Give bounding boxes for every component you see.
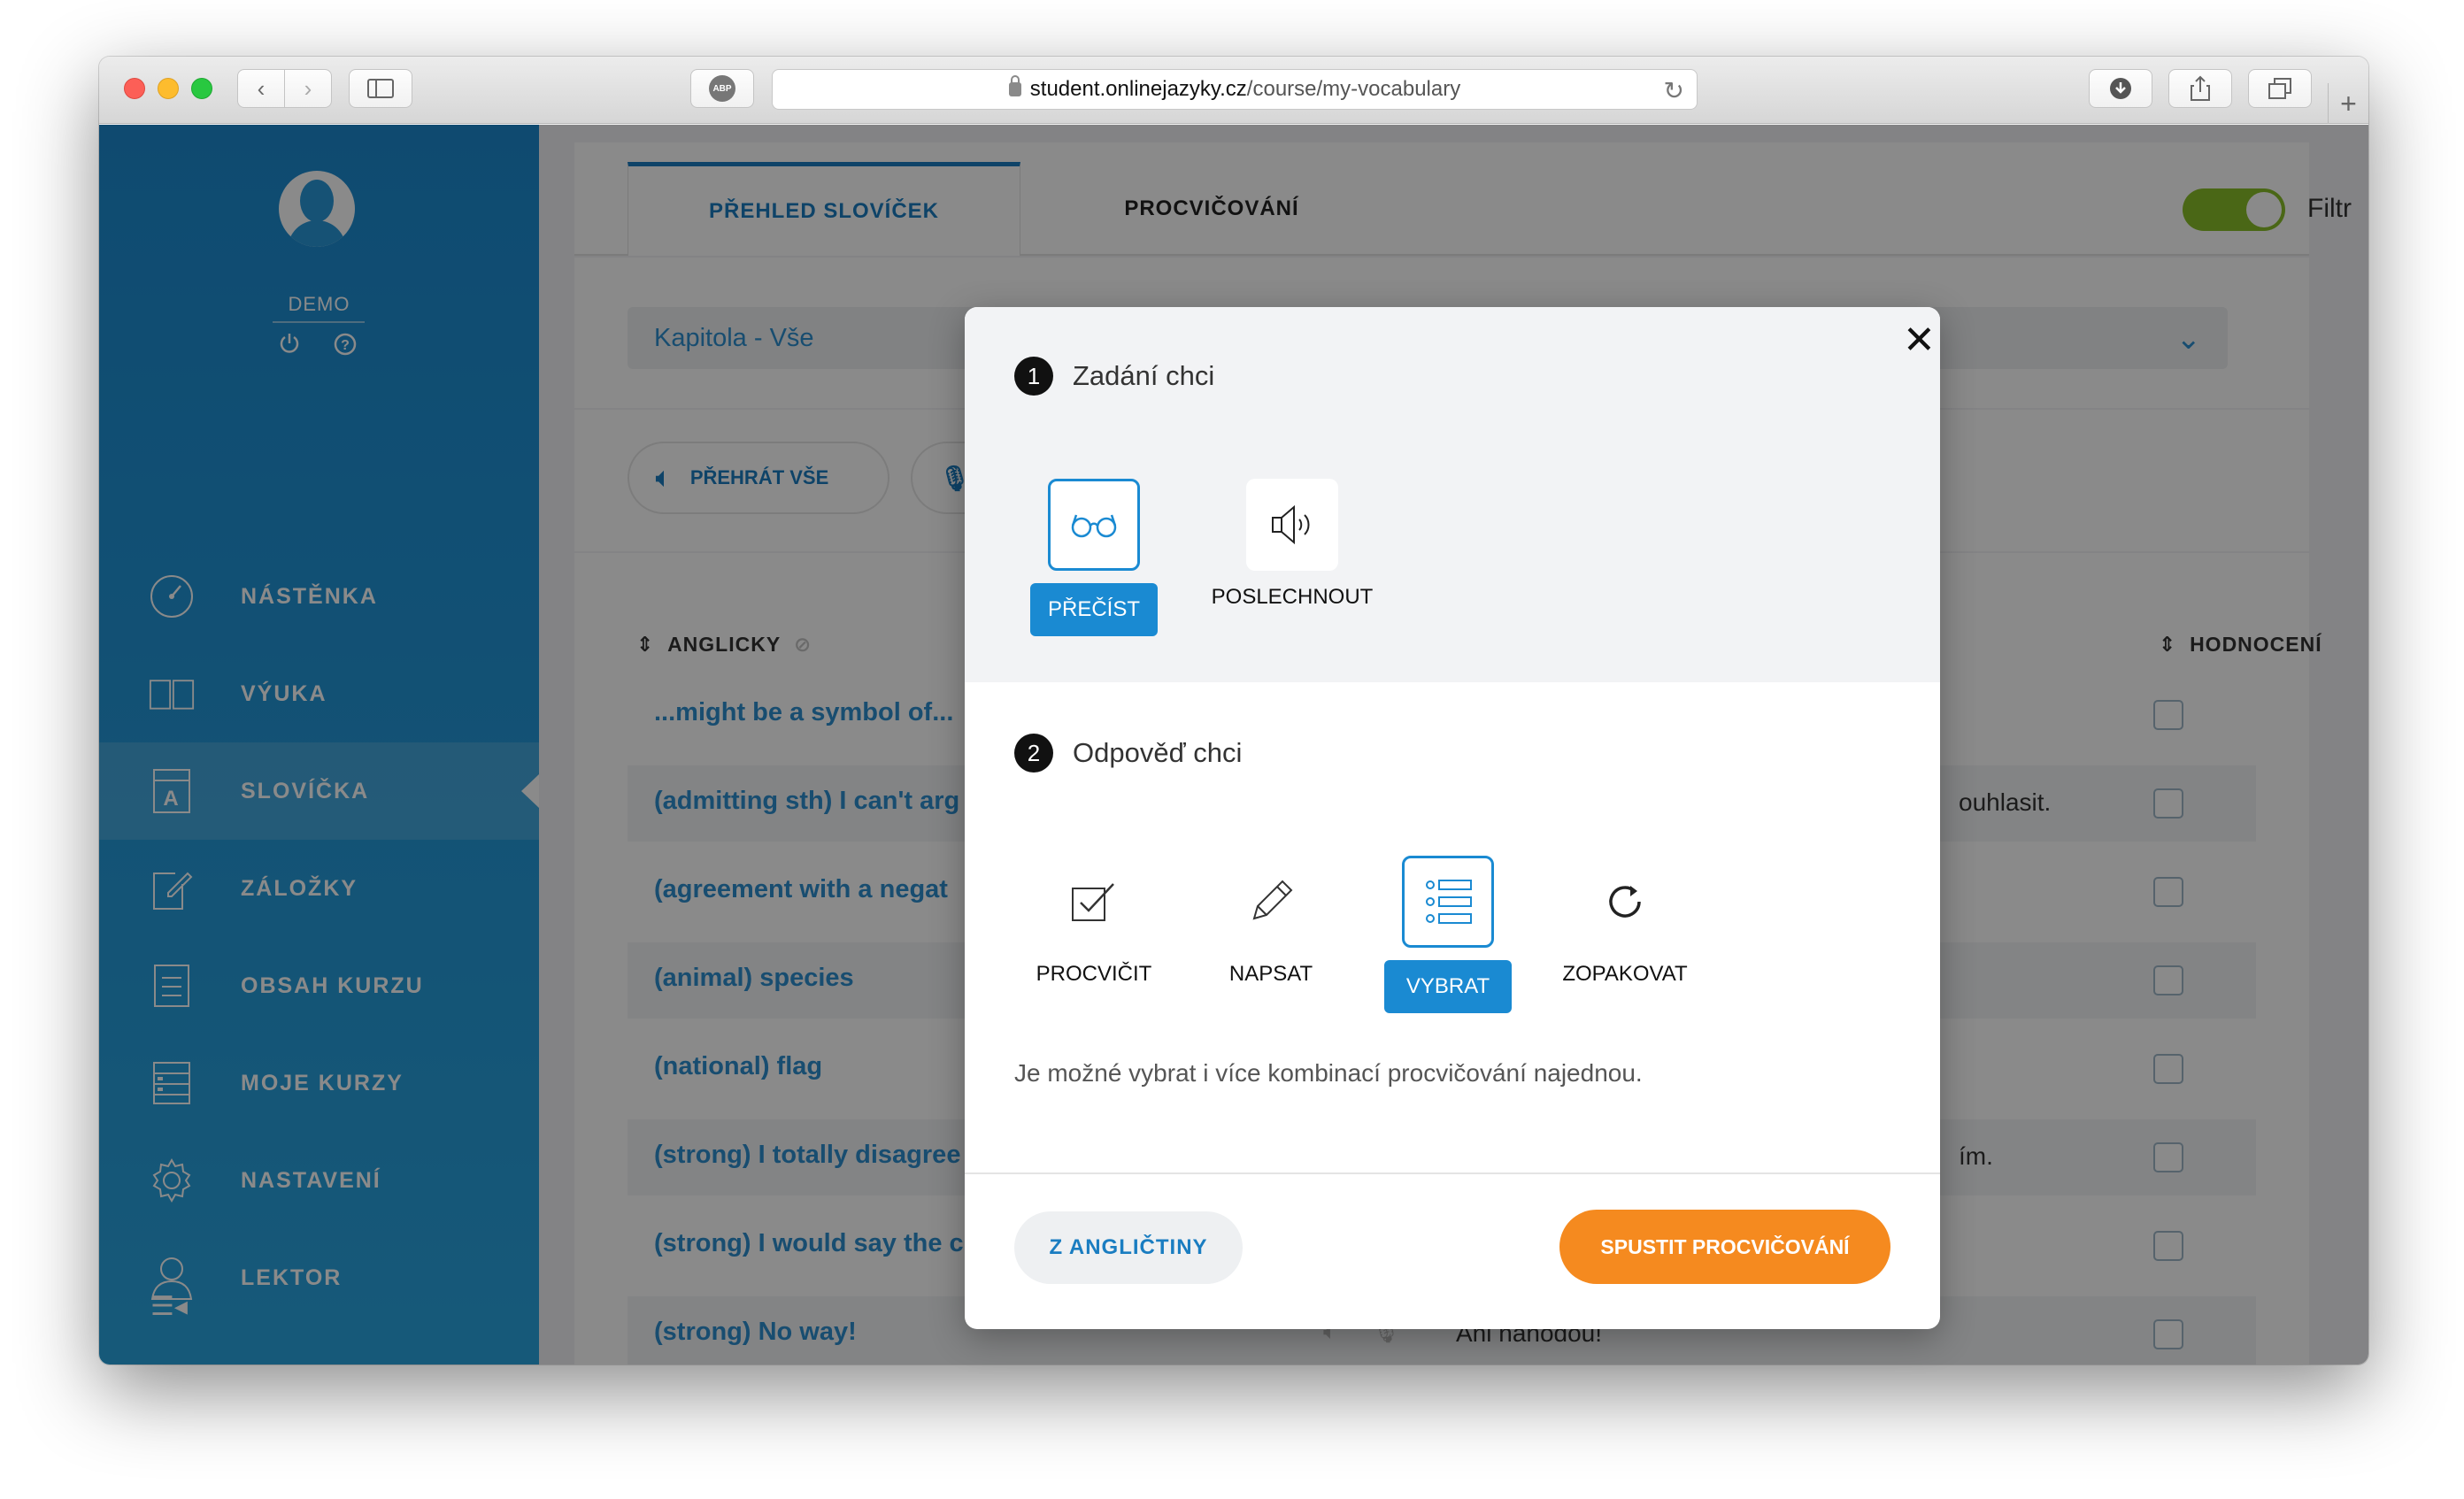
refresh-icon	[1579, 856, 1671, 948]
pencil-icon	[1225, 856, 1317, 948]
option-label: POSLECHNOUT	[1211, 585, 1374, 609]
start-practice-button[interactable]: SPUSTIT PROCVIČOVÁNÍ	[1559, 1210, 1890, 1284]
chevron-left-icon: ‹	[257, 74, 266, 102]
back-button[interactable]: ‹	[237, 69, 285, 108]
option-label: VYBRAT	[1384, 960, 1512, 1013]
step1-title: Zadání chci	[1073, 360, 1215, 391]
sidebar-icon	[367, 79, 394, 98]
close-window-button[interactable]	[124, 78, 145, 99]
option-label: PŘEČÍST	[1030, 583, 1158, 636]
zoom-window-button[interactable]	[191, 78, 212, 99]
url-path: /course/my-vocabulary	[1246, 77, 1461, 101]
minimize-window-button[interactable]	[158, 78, 179, 99]
address-bar[interactable]: student.onlinejazyky.cz/course/my-vocabu…	[772, 69, 1698, 110]
list-choice-icon	[1402, 856, 1494, 948]
download-icon	[2110, 78, 2131, 99]
practice-settings-modal: ✕ 1 Zadání chci PŘEČÍST POSLECHNOUT 2 Od…	[965, 307, 1940, 1329]
step2-title: Odpověď chci	[1073, 737, 1243, 768]
chevron-right-icon: ›	[304, 74, 312, 102]
direction-button[interactable]: Z ANGLIČTINY	[1014, 1211, 1243, 1284]
forward-button[interactable]: ›	[284, 69, 332, 108]
adblock-icon: ABP	[709, 75, 735, 102]
sidebar-toggle-button[interactable]	[349, 69, 412, 108]
hint-text: Je možné vybrat i více kombinací procvič…	[1014, 1059, 1643, 1087]
url-domain: student.onlinejazyky.cz	[1029, 77, 1247, 101]
step2-number: 2	[1014, 734, 1053, 773]
checkbox-checked-icon	[1048, 856, 1140, 948]
modal-divider	[965, 1172, 1940, 1174]
adblock-button[interactable]: ABP	[690, 69, 754, 108]
share-button[interactable]	[2168, 69, 2232, 108]
close-icon[interactable]: ✕	[1903, 321, 1936, 360]
option-label: NAPSAT	[1228, 962, 1313, 986]
option-label: ZOPAKOVAT	[1562, 962, 1688, 986]
lock-icon	[1008, 75, 1021, 96]
step1-number: 1	[1014, 357, 1053, 396]
tabs-icon	[2268, 78, 2291, 99]
glasses-icon	[1048, 479, 1140, 571]
browser-titlebar: ‹ › ABP student.onlinejazyky.cz/course/m…	[99, 57, 2368, 124]
new-tab-button[interactable]: +	[2328, 83, 2368, 124]
share-icon	[2191, 75, 2210, 101]
step2-heading: 2 Odpověď chci	[1014, 734, 1242, 773]
downloads-button[interactable]	[2089, 69, 2152, 108]
step1-heading: 1 Zadání chci	[1014, 357, 1214, 396]
option-label: PROCVIČIT	[1036, 962, 1152, 986]
tabs-overview-button[interactable]	[2248, 69, 2312, 108]
speaker-icon	[1246, 479, 1338, 571]
reload-icon[interactable]: ↻	[1664, 76, 1684, 105]
